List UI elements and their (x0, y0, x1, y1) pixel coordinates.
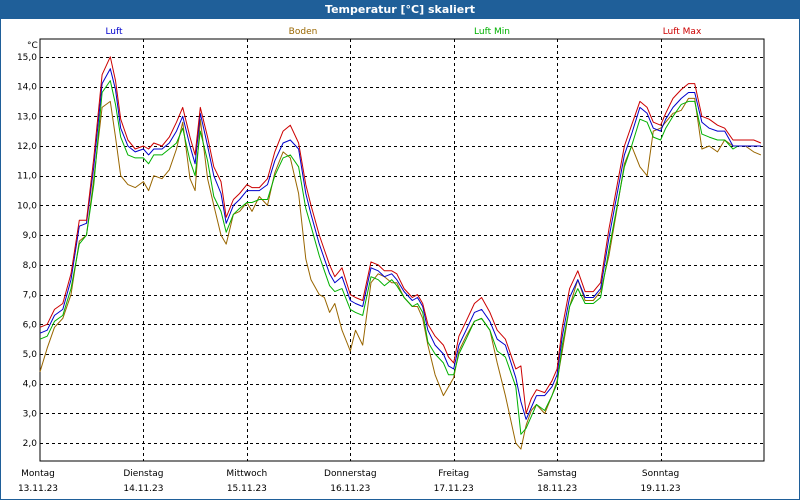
x-tick-day: Sonntag (642, 469, 679, 479)
legend-item: Luft Max (663, 27, 702, 37)
x-tick-day: Freitag (438, 469, 469, 479)
temperature-chart: 2,0 3,0 4,0 5,0 6,0 7,0 8,0 9,0 10,0 11,0 12,0 13,0… (17, 27, 765, 494)
x-tick-date: 19.11.23 (641, 484, 681, 494)
x-tick-date: 17.11.23 (434, 484, 474, 494)
x-tick-date: 16.11.23 (330, 484, 370, 494)
y-tick-label: 7,0 (23, 291, 38, 301)
y-tick-label: 12,0 (17, 142, 37, 152)
y-tick-label: 14,0 (17, 83, 37, 93)
y-tick-label: 6,0 (23, 320, 38, 330)
y-tick-label: 8,0 (23, 261, 38, 271)
y-tick-label: 3,0 (23, 409, 38, 419)
x-tick-date: 18.11.23 (537, 484, 577, 494)
legend-item: Luft (105, 27, 123, 37)
legend: Luft Boden Luft Min Luft Max (105, 27, 702, 37)
y-axis-labels: 2,0 3,0 4,0 5,0 6,0 7,0 8,0 9,0 10,0 11,0 12,0 13,0… (17, 53, 37, 449)
y-tick-label: 13,0 (17, 112, 37, 122)
plot-area (39, 38, 765, 462)
x-tick-day: Samstag (537, 469, 576, 479)
x-axis-labels: Montag 13.11.23 Dienstag 14.11.23 Mittwoch 15… (18, 469, 681, 494)
x-tick-date: 14.11.23 (123, 484, 163, 494)
y-tick-label: 10,0 (17, 201, 37, 211)
y-tick-label: 5,0 (23, 350, 38, 360)
y-tick-label: 11,0 (17, 172, 37, 182)
y-unit-label: °C (27, 41, 38, 51)
legend-item: Boden (289, 27, 318, 37)
plot-border (39, 38, 765, 462)
legend-item: Luft Min (474, 27, 510, 37)
x-tick-date: 13.11.23 (18, 484, 58, 494)
y-tick-label: 15,0 (17, 53, 37, 63)
x-tick-day: Mittwoch (226, 469, 267, 479)
x-tick-date: 15.11.23 (227, 484, 267, 494)
x-tick-day: Montag (21, 469, 55, 479)
y-tick-label: 4,0 (23, 380, 38, 390)
y-tick-label: 2,0 (23, 439, 38, 449)
x-tick-day: Dienstag (123, 469, 163, 479)
y-tick-label: 9,0 (23, 231, 38, 241)
x-tick-day: Donnerstag (324, 469, 377, 479)
